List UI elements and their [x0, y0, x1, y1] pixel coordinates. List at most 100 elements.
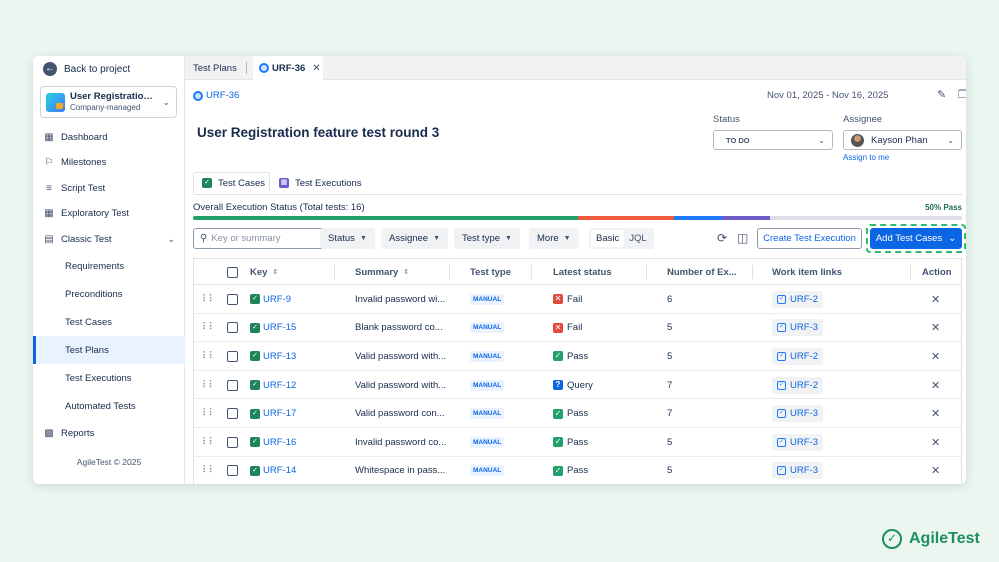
- work-item-link[interactable]: ✓ URF-3: [772, 405, 823, 423]
- search-input[interactable]: [211, 233, 317, 244]
- test-execution-icon: ▦: [279, 178, 289, 188]
- remove-icon[interactable]: ✕: [931, 464, 940, 477]
- drag-handle-icon[interactable]: ⠇⠇: [202, 285, 216, 314]
- assignee-select[interactable]: Kayson Phan ⌄: [843, 130, 962, 150]
- latest-status: Query: [567, 379, 593, 391]
- test-case-key[interactable]: URF-14: [263, 465, 296, 476]
- table-row[interactable]: ⠇⠇ ✓ URF-16 Invalid password co... MANUAL ✓ Pa…: [194, 428, 961, 457]
- drag-handle-icon[interactable]: ⠇⠇: [202, 314, 216, 343]
- work-item-link[interactable]: ✓ URF-2: [772, 290, 823, 308]
- status-select[interactable]: TO DO ⌄: [713, 130, 833, 150]
- sidebar-item-exploratory-test[interactable]: ▦ Exploratory Test: [33, 202, 185, 224]
- column-latest-status[interactable]: Latest status: [553, 259, 612, 285]
- work-item-link[interactable]: ✓ URF-3: [772, 462, 823, 480]
- row-checkbox[interactable]: [227, 379, 238, 391]
- copy-icon[interactable]: ❐: [958, 88, 966, 101]
- sidebar-item-script-test[interactable]: ≡ Script Test: [33, 177, 185, 199]
- mode-basic[interactable]: Basic: [591, 230, 625, 247]
- test-case-key[interactable]: URF-13: [263, 351, 296, 362]
- row-checkbox[interactable]: [227, 436, 238, 448]
- test-case-key[interactable]: URF-9: [263, 294, 291, 305]
- breadcrumb[interactable]: URF-36: [193, 90, 239, 101]
- search-box[interactable]: ⚲: [193, 228, 324, 249]
- project-type: Company-managed: [70, 103, 141, 112]
- table-row[interactable]: ⠇⠇ ✓ URF-15 Blank password co... MANUAL ✕ Fail…: [194, 314, 961, 343]
- sidebar-item-label: Dashboard: [61, 131, 108, 143]
- filter-more[interactable]: More ▼: [529, 228, 579, 249]
- status-fail-icon: ✕: [553, 294, 563, 305]
- pencil-icon[interactable]: ✎: [937, 88, 946, 101]
- table-row[interactable]: ⠇⠇ ✓ URF-13 Valid password with... MANUAL ✓ Pa…: [194, 342, 961, 371]
- sidebar-item-requirements[interactable]: Requirements: [33, 252, 185, 280]
- drag-handle-icon[interactable]: ⠇⠇: [202, 342, 216, 371]
- work-item-key: URF-2: [790, 379, 818, 391]
- work-item-link[interactable]: ✓ URF-3: [772, 319, 823, 337]
- filter-label: Test type: [462, 233, 501, 244]
- sidebar-item-classic-test[interactable]: ▤ Classic Test ⌄: [33, 228, 185, 250]
- sidebar-item-milestones[interactable]: ⚐ Milestones: [33, 151, 185, 173]
- test-case-key[interactable]: URF-15: [263, 322, 296, 333]
- sidebar-item-test-plans[interactable]: Test Plans: [33, 336, 185, 364]
- row-checkbox[interactable]: [227, 465, 238, 477]
- table-row[interactable]: ⠇⠇ ✓ URF-14 Whitespace in pass... MANUAL ✓ Pas…: [194, 457, 961, 484]
- column-number-of-executions[interactable]: Number of Ex...: [667, 259, 737, 285]
- drag-handle-icon[interactable]: ⠇⠇: [202, 428, 216, 457]
- row-checkbox[interactable]: [227, 293, 238, 305]
- work-item-link[interactable]: ✓ URF-2: [772, 347, 823, 365]
- project-switcher[interactable]: User Registration... Company-managed ⌄: [40, 86, 177, 118]
- filter-test-type[interactable]: Test type ▼: [454, 228, 520, 249]
- remove-icon[interactable]: ✕: [931, 350, 940, 363]
- drag-handle-icon[interactable]: ⠇⠇: [202, 371, 216, 400]
- sidebar-item-automated-tests[interactable]: Automated Tests: [33, 392, 185, 420]
- columns-icon[interactable]: ◫: [737, 231, 748, 245]
- tab-test-executions[interactable]: ▦ Test Executions: [279, 172, 362, 194]
- close-icon[interactable]: ✕: [312, 63, 320, 74]
- drag-handle-icon[interactable]: ⠇⠇: [202, 457, 216, 484]
- header-label: Number of Ex...: [667, 266, 737, 278]
- pass-percentage: 50% Pass: [925, 203, 962, 212]
- test-case-key[interactable]: URF-12: [263, 380, 296, 391]
- table-row[interactable]: ⠇⠇ ✓ URF-9 Invalid password wi... MANUAL ✕ Fai…: [194, 285, 961, 314]
- mode-jql[interactable]: JQL: [624, 230, 651, 247]
- create-test-execution-button[interactable]: Create Test Execution: [757, 228, 862, 249]
- row-checkbox[interactable]: [227, 322, 238, 334]
- row-checkbox[interactable]: [227, 350, 238, 362]
- back-to-project-link[interactable]: ← Back to project: [43, 59, 130, 79]
- refresh-icon[interactable]: ⟳: [717, 231, 727, 245]
- remove-icon[interactable]: ✕: [931, 293, 940, 306]
- test-case-key[interactable]: URF-16: [263, 437, 296, 448]
- remove-icon[interactable]: ✕: [931, 321, 940, 334]
- add-test-cases-button[interactable]: Add Test Cases ⌄: [870, 228, 962, 249]
- tab-urf-36[interactable]: URF-36 ✕: [253, 56, 323, 80]
- remove-icon[interactable]: ✕: [931, 436, 940, 449]
- column-summary[interactable]: Summary ⇕: [355, 259, 409, 285]
- table-body: ⠇⠇ ✓ URF-9 Invalid password wi... MANUAL ✕ Fai…: [194, 285, 961, 484]
- remove-icon[interactable]: ✕: [931, 407, 940, 420]
- drag-handle-icon[interactable]: ⠇⠇: [202, 399, 216, 428]
- select-all-checkbox[interactable]: [227, 266, 238, 278]
- row-checkbox[interactable]: [227, 408, 238, 420]
- column-key[interactable]: Key ⇕: [250, 259, 278, 285]
- tab-test-plans[interactable]: Test Plans: [193, 56, 237, 80]
- work-item-link[interactable]: ✓ URF-2: [772, 376, 823, 394]
- sidebar-item-test-executions[interactable]: Test Executions: [33, 364, 185, 392]
- column-test-type[interactable]: Test type: [470, 259, 511, 285]
- work-item-link[interactable]: ✓ URF-3: [772, 433, 823, 451]
- sidebar-item-test-cases[interactable]: Test Cases: [33, 308, 185, 336]
- execution-count: 7: [667, 408, 673, 420]
- work-item-key: URF-3: [790, 322, 818, 334]
- filter-status[interactable]: Status ▼: [320, 228, 375, 249]
- test-case-key[interactable]: URF-17: [263, 408, 296, 419]
- tab-test-cases[interactable]: ✓ Test Cases: [193, 172, 270, 194]
- caret-down-icon: ▼: [433, 235, 441, 242]
- table-row[interactable]: ⠇⠇ ✓ URF-12 Valid password with... MANUAL? Qu…: [194, 371, 961, 400]
- assign-to-me-link[interactable]: Assign to me: [843, 153, 889, 162]
- table-row[interactable]: ⠇⠇ ✓ URF-17 Valid password con... MANUAL ✓ Pas…: [194, 399, 961, 428]
- filter-assignee[interactable]: Assignee ▼: [381, 228, 449, 249]
- sidebar-item-dashboard[interactable]: ▦ Dashboard: [33, 126, 185, 148]
- column-work-item-links[interactable]: Work item links: [772, 259, 842, 285]
- checkbox-icon: ✓: [777, 466, 786, 476]
- sidebar-item-reports[interactable]: ▩ Reports: [33, 422, 185, 444]
- remove-icon[interactable]: ✕: [931, 379, 940, 392]
- sidebar-item-preconditions[interactable]: Preconditions: [33, 280, 185, 308]
